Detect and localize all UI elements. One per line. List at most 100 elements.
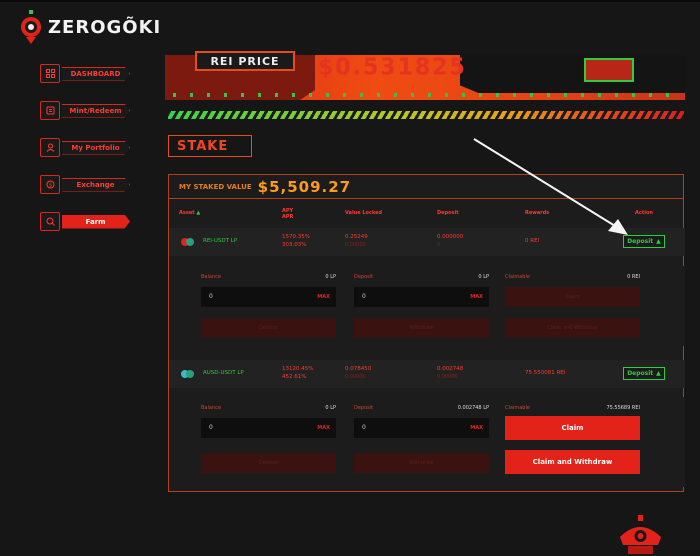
claimable-label: Claimable — [505, 405, 530, 411]
input-value: 0 — [362, 424, 366, 431]
deposit-label: Deposit — [354, 274, 374, 280]
gradient-stripe — [168, 111, 684, 119]
pool-deposit: 0.000000 — [437, 234, 464, 240]
withdraw-amount-input[interactable]: 0 MAX — [354, 418, 489, 438]
farm-icon — [40, 212, 60, 231]
pool-deposit-sub: 0 — [437, 242, 441, 248]
balance-label: Balance — [201, 274, 221, 280]
banner-tick — [173, 93, 176, 97]
pool-apr: 452.61% — [282, 374, 307, 380]
app-logo[interactable]: ZEROGÕKI — [20, 10, 161, 44]
claim-and-withdraw-button[interactable]: Claim and Withdraw — [505, 318, 640, 338]
pool-deposit: 0.002748 — [437, 366, 464, 372]
max-button[interactable]: MAX — [317, 294, 330, 300]
banner-tick — [445, 93, 448, 97]
deposit-toggle-label: Deposit — [627, 370, 654, 377]
max-button[interactable]: MAX — [470, 425, 483, 431]
stake-amount-input[interactable]: 0 MAX — [201, 287, 336, 307]
claim-button[interactable]: Claim — [505, 287, 640, 307]
pool-value-locked-sub: 0.00000 — [345, 374, 366, 380]
claimable-label: Claimable — [505, 274, 530, 280]
claim-button[interactable]: Claim — [505, 416, 640, 440]
usdt-token-icon — [186, 370, 194, 378]
price-display-panel — [460, 55, 685, 93]
withdraw-button[interactable]: Withdraw — [354, 318, 489, 338]
banner-tick — [377, 93, 380, 97]
sidebar-item-exchange[interactable]: $ Exchange — [40, 175, 130, 194]
usdt-token-icon — [186, 238, 194, 246]
banner-tick — [547, 93, 550, 97]
stake-amount-input[interactable]: 0 MAX — [201, 418, 336, 438]
banner-ticks — [165, 93, 685, 97]
mint-icon — [40, 101, 60, 120]
withdraw-amount-input[interactable]: 0 MAX — [354, 287, 489, 307]
banner-tick — [326, 93, 329, 97]
deposit-button[interactable]: Deposit — [201, 453, 336, 473]
banner-tick — [258, 93, 261, 97]
deposit-button[interactable]: Deposit — [201, 318, 336, 338]
withdraw-button[interactable]: Withdraw — [354, 453, 489, 473]
logo-robot-icon — [20, 10, 42, 44]
claim-and-withdraw-button[interactable]: Claim and Withdraw — [505, 450, 640, 474]
banner-tick — [360, 93, 363, 97]
sort-up-icon: ▲ — [196, 210, 201, 216]
banner-tick — [479, 93, 482, 97]
portfolio-icon — [40, 138, 60, 157]
banner-tick — [649, 93, 652, 97]
max-button[interactable]: MAX — [470, 294, 483, 300]
pool-rewards: 75.550081 REI — [525, 370, 566, 376]
pool-value-locked-sub: 0.00000 — [345, 242, 366, 248]
banner-tick — [462, 93, 465, 97]
pool-value-locked: 0.25249 — [345, 234, 368, 240]
rei-price-label: REI PRICE — [195, 51, 295, 71]
banner-tick — [241, 93, 244, 97]
banner-tick — [632, 93, 635, 97]
balance-value: 0 LP — [325, 274, 336, 280]
banner-tick — [530, 93, 533, 97]
pool-apy: 13120.45% — [282, 366, 314, 372]
column-asset-label: Asset — [179, 210, 195, 216]
app-name: ZEROGÕKI — [48, 16, 162, 38]
banner-tick — [615, 93, 618, 97]
banner-tick — [343, 93, 346, 97]
chevron-up-icon: ▲ — [656, 238, 661, 245]
deposit-value: 0 LP — [478, 274, 489, 280]
sidebar-item-label: My Portfolio — [62, 140, 130, 155]
column-asset[interactable]: Asset ▲ — [179, 210, 200, 216]
claimable-value: 0 REI — [627, 274, 640, 280]
robot-mascot-icon[interactable] — [618, 515, 663, 556]
sidebar-item-label: DASHBOARD — [62, 66, 130, 81]
stake-title: STAKE — [168, 135, 252, 157]
svg-text:$: $ — [48, 183, 51, 189]
sidebar-item-farm[interactable]: Farm — [40, 212, 130, 231]
sidebar-item-dashboard[interactable]: DASHBOARD — [40, 64, 130, 83]
sidebar-nav: DASHBOARD Mint/Redeem My Portfolio $ Exc… — [40, 64, 130, 249]
sidebar-item-mint-redeem[interactable]: Mint/Redeem — [40, 101, 130, 120]
pool-details: Balance 0 LP 0 MAX Deposit Deposit 0 LP 0… — [169, 266, 685, 346]
column-deposit: Deposit — [437, 210, 459, 216]
sidebar-item-label: Mint/Redeem — [62, 103, 130, 118]
banner-green-button[interactable] — [584, 58, 634, 82]
table-row[interactable]: AUSD-USDT LP 13120.45% 452.61% 0.078450 … — [169, 360, 685, 388]
banner-tick — [224, 93, 227, 97]
deposit-toggle-button[interactable]: Deposit ▲ — [623, 367, 665, 380]
pool-details: Balance 0 LP 0 MAX Deposit Deposit 0.0027… — [169, 397, 685, 487]
chevron-up-icon: ▲ — [656, 370, 661, 377]
pool-token-icons — [181, 370, 194, 381]
banner-tick — [394, 93, 397, 97]
column-value-locked: Value Locked — [345, 210, 383, 216]
banner-tick — [428, 93, 431, 97]
banner-tick — [564, 93, 567, 97]
my-staked-value: $5,509.27 — [257, 177, 352, 196]
rei-price-value: $0.531825 — [318, 54, 467, 81]
banner-tick — [598, 93, 601, 97]
max-button[interactable]: MAX — [317, 425, 330, 431]
banner-tick — [411, 93, 414, 97]
banner-tick — [581, 93, 584, 97]
banner-tick — [309, 93, 312, 97]
banner-tick — [292, 93, 295, 97]
claimable-value: 75.55689 REI — [606, 405, 640, 411]
sidebar-item-my-portfolio[interactable]: My Portfolio — [40, 138, 130, 157]
deposit-value: 0.002748 LP — [457, 405, 489, 411]
input-value: 0 — [209, 293, 213, 300]
